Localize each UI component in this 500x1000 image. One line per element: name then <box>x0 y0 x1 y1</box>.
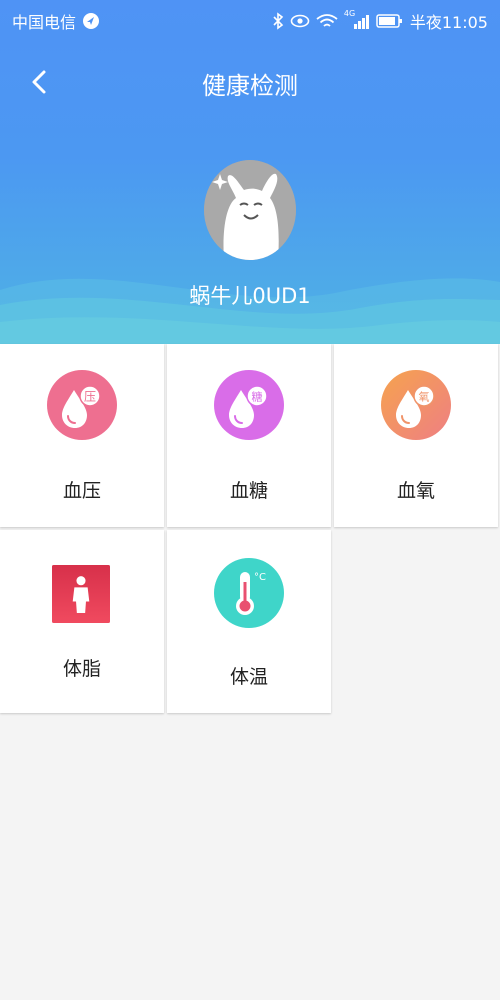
blood-pressure-label: 血压 <box>62 480 101 502</box>
blood-oxygen-badge: 氧 <box>419 390 430 404</box>
back-arrow-icon <box>32 70 46 94</box>
status-bar: 中国电信 4G 半夜11:05 <box>0 0 500 38</box>
blood-oxygen-label: 血氧 <box>396 480 435 502</box>
carrier-label: 中国电信 <box>12 13 77 32</box>
blood-sugar-label: 血糖 <box>229 480 268 502</box>
blood-sugar-icon: 糖 <box>214 370 284 440</box>
blood-oxygen-icon: 氧 <box>381 370 451 440</box>
blood-pressure-badge: 压 <box>84 390 96 404</box>
blood-sugar-card[interactable]: 糖 血糖 <box>167 344 331 527</box>
battery-icon <box>376 14 402 28</box>
eye-icon <box>290 14 310 28</box>
clock-label: 半夜11:05 <box>409 13 488 32</box>
blood-sugar-badge: 糖 <box>252 390 263 404</box>
body-temperature-label: 体温 <box>229 666 268 688</box>
bluetooth-icon <box>273 12 284 30</box>
avatar-character-icon <box>204 160 296 260</box>
body-fat-icon <box>52 565 110 623</box>
signal-icon: 4G <box>344 9 370 30</box>
header: 中国电信 4G 半夜11:05 健康检测 蜗牛儿0UD1 <box>0 0 500 344</box>
username-label: 蜗牛儿0UD1 <box>189 284 311 308</box>
wifi-icon <box>316 14 338 27</box>
avatar[interactable] <box>204 160 296 260</box>
body-fat-label: 体脂 <box>62 658 101 680</box>
blood-pressure-card[interactable]: 压 血压 <box>0 344 164 527</box>
blood-oxygen-card[interactable]: 氧 血氧 <box>334 344 498 527</box>
back-button[interactable] <box>22 64 58 100</box>
app-notification-icon <box>83 13 100 29</box>
body-temperature-card[interactable]: °C 体温 <box>167 530 331 713</box>
blood-pressure-icon: 压 <box>47 370 117 440</box>
body-fat-card[interactable]: 体脂 <box>0 530 164 713</box>
thermometer-icon: °C <box>214 558 284 628</box>
temperature-unit-badge: °C <box>254 572 266 583</box>
